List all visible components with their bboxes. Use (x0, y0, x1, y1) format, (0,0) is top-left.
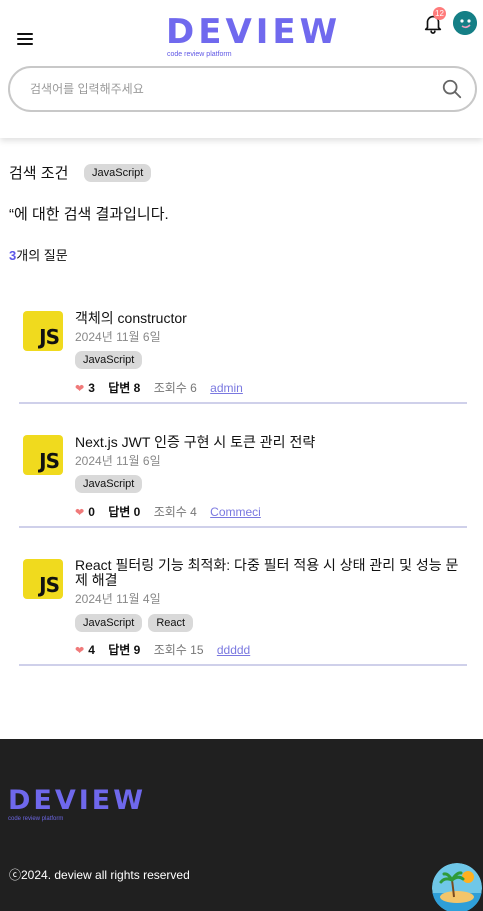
copyright: ⓒ2024. deview all rights reserved (9, 868, 190, 882)
question-item[interactable]: JS 객체의 constructor 2024년 11월 6일 JavaScri… (19, 300, 467, 404)
javascript-icon-label: JS (39, 449, 60, 473)
author-link[interactable]: admin (210, 381, 243, 395)
search-condition-tag[interactable]: JavaScript (84, 164, 152, 182)
javascript-icon-label: JS (39, 573, 60, 597)
island-chat-icon[interactable] (432, 863, 482, 911)
avatar-face-icon (453, 11, 477, 35)
view-count: 조회수 6 (153, 381, 197, 395)
search-bar (8, 66, 477, 112)
view-count: 조회수 4 (153, 505, 197, 519)
like-count: 3 (88, 381, 95, 395)
question-tag[interactable]: JavaScript (75, 614, 143, 632)
question-count-suffix: 개의 질문 (16, 248, 68, 263)
question-tag[interactable]: JavaScript (75, 475, 143, 493)
question-date: 2024년 11월 6일 (75, 330, 161, 344)
answer-count: 답변 0 (108, 505, 141, 519)
view-count: 조회수 15 (153, 643, 204, 657)
answer-count: 답변 9 (108, 643, 141, 657)
footer-logo-subtitle: code review platform (8, 816, 64, 822)
question-date: 2024년 11월 4일 (75, 592, 161, 606)
javascript-icon[interactable]: JS (23, 435, 63, 475)
result-message: “에 대한 검색 결과입니다. (9, 206, 169, 223)
search-condition-label: 검색 조건 (9, 165, 69, 182)
question-count: 3개의 질문 (9, 245, 68, 264)
javascript-icon[interactable]: JS (23, 559, 63, 599)
question-tags: JavaScript (75, 350, 148, 369)
like-count: 0 (88, 505, 95, 519)
question-stats: ❤ 0 답변 0 조회수 4 Commeci (75, 503, 261, 520)
avatar[interactable] (453, 11, 477, 35)
heart-icon: ❤ (75, 507, 85, 519)
question-title[interactable]: 객체의 constructor (75, 311, 465, 326)
header: DEVIEW code review platform 12 (0, 0, 483, 138)
search-icon[interactable] (441, 78, 463, 100)
answer-count: 답변 8 (108, 381, 141, 395)
author-link[interactable]: Commeci (210, 505, 261, 519)
question-tag[interactable]: JavaScript (75, 351, 143, 369)
question-stats: ❤ 4 답변 9 조회수 15 ddddd (75, 641, 250, 658)
logo-subtitle: code review platform (167, 51, 232, 58)
javascript-icon[interactable]: JS (23, 311, 63, 351)
notification-badge: 12 (433, 7, 446, 20)
author-link[interactable]: ddddd (217, 643, 250, 657)
question-title[interactable]: React 필터링 기능 최적화: 다중 필터 적용 시 상태 관리 및 성능 … (75, 558, 465, 588)
search-input[interactable] (30, 79, 430, 99)
question-stats: ❤ 3 답변 8 조회수 6 admin (75, 379, 243, 396)
question-item[interactable]: JS React 필터링 기능 최적화: 다중 필터 적용 시 상태 관리 및 … (19, 548, 467, 666)
question-title[interactable]: Next.js JWT 인증 구현 시 토큰 관리 전략 (75, 435, 465, 450)
javascript-icon-label: JS (39, 325, 60, 349)
island-illustration-icon (432, 863, 482, 911)
like-count: 4 (88, 643, 95, 657)
footer: DEVIEW code review platform ⓒ2024. devie… (0, 739, 483, 911)
question-date: 2024년 11월 6일 (75, 454, 161, 468)
heart-icon: ❤ (75, 645, 85, 657)
heart-icon: ❤ (75, 383, 85, 395)
logo-text: DEVIEW (166, 12, 342, 52)
question-item[interactable]: JS Next.js JWT 인증 구현 시 토큰 관리 전략 2024년 11… (19, 424, 467, 528)
footer-logo-text: DEVIEW (8, 785, 147, 816)
question-tag[interactable]: React (148, 614, 194, 632)
menu-icon[interactable] (17, 33, 33, 45)
logo[interactable]: DEVIEW code review platform (166, 14, 341, 58)
question-tags: JavaScript React (75, 613, 199, 632)
question-tags: JavaScript (75, 474, 148, 493)
footer-logo[interactable]: DEVIEW code review platform (8, 785, 147, 823)
